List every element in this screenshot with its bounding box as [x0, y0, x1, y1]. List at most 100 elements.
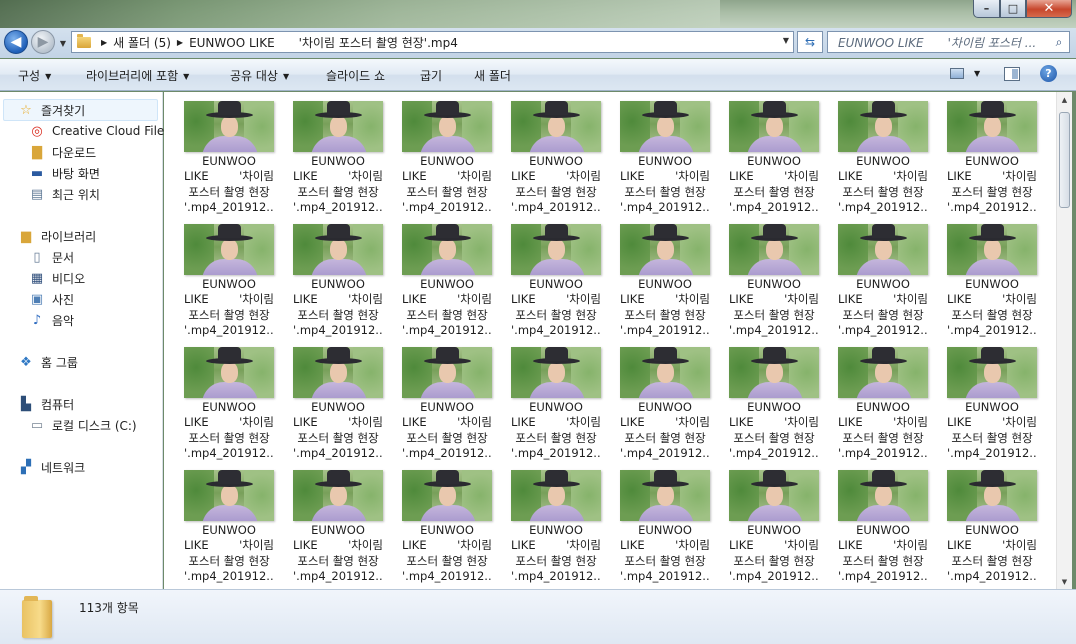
share-with-label: 공유 대상 — [230, 69, 278, 83]
video-thumbnail — [402, 347, 492, 398]
file-item[interactable]: EUNWOO LIKE '차이림 포스터 촬영 현장 '.mp4_201912... — [491, 92, 601, 214]
file-item[interactable]: EUNWOO LIKE '차이림 포스터 촬영 현장 '.mp4_201912... — [818, 338, 928, 460]
scroll-down-icon[interactable]: ▼ — [1057, 574, 1072, 589]
organize-menu[interactable]: 구성 ▼ — [18, 67, 51, 84]
file-item[interactable]: EUNWOO LIKE '차이림 포스터 촬영 현장 '.mp4_201912... — [927, 461, 1037, 583]
video-thumbnail — [511, 347, 601, 398]
chevron-down-icon: ▼ — [183, 72, 190, 81]
file-name: EUNWOO LIKE '차이림 포스터 촬영 현장 '.mp4_201912... — [947, 523, 1037, 583]
scrollbar-thumb[interactable] — [1059, 112, 1070, 208]
file-item[interactable]: EUNWOO LIKE '차이림 포스터 촬영 현장 '.mp4_201912... — [709, 338, 819, 460]
include-in-library-menu[interactable]: 라이브러리에 포함 ▼ — [86, 67, 189, 84]
file-item[interactable]: EUNWOO LIKE '차이림 포스터 촬영 현장 '.mp4_201912... — [818, 92, 928, 214]
nav-libraries[interactable]: ▆ 라이브러리 — [18, 228, 96, 245]
search-icon[interactable]: ⌕ — [1049, 35, 1069, 50]
file-item[interactable]: EUNWOO LIKE '차이림 포스터 촬영 현장 '.mp4_201912... — [491, 461, 601, 583]
file-item[interactable]: EUNWOO LIKE '차이림 포스터 촬영 현장 '.mp4_201912... — [709, 461, 819, 583]
forward-button[interactable]: ▶ — [31, 30, 55, 54]
nav-favorites[interactable]: ☆ 즐겨찾기 — [18, 102, 85, 119]
breadcrumb-current[interactable]: EUNWOO LIKE '차이림 포스터 촬영 현장'.mp4 — [189, 34, 458, 51]
file-name: EUNWOO LIKE '차이림 포스터 촬영 현장 '.mp4_201912... — [838, 523, 928, 583]
nav-local-disk[interactable]: ▭ 로컬 디스크 (C:) — [29, 417, 137, 434]
file-item[interactable]: EUNWOO LIKE '차이림 포스터 촬영 현장 '.mp4_201912... — [164, 461, 274, 583]
item-count: 113개 항목 — [79, 601, 139, 615]
file-item[interactable]: EUNWOO LIKE '차이림 포스터 촬영 현장 '.mp4_201912... — [382, 338, 492, 460]
nav-recent-places[interactable]: ▤ 최근 위치 — [29, 186, 100, 203]
maximize-button[interactable]: □ — [1000, 0, 1026, 18]
breadcrumb-parent[interactable]: 새 폴더 (5) — [113, 34, 171, 51]
file-item[interactable]: EUNWOO LIKE '차이림 포스터 촬영 현장 '.mp4_201912... — [164, 338, 274, 460]
file-item[interactable]: EUNWOO LIKE '차이림 포스터 촬영 현장 '.mp4_201912... — [382, 92, 492, 214]
file-item[interactable]: EUNWOO LIKE '차이림 포스터 촬영 현장 '.mp4_201912... — [927, 215, 1037, 337]
nav-documents-label: 문서 — [52, 251, 75, 265]
address-bar[interactable]: ▶ 새 폴더 (5) ▶ EUNWOO LIKE '차이림 포스터 촬영 현장'… — [71, 31, 794, 53]
include-in-library-label: 라이브러리에 포함 — [86, 69, 179, 83]
refresh-button[interactable]: ⇆ — [797, 31, 823, 53]
file-name: EUNWOO LIKE '차이림 포스터 촬영 현장 '.mp4_201912... — [402, 277, 492, 337]
nav-pictures[interactable]: ▣ 사진 — [29, 291, 74, 308]
file-item[interactable]: EUNWOO LIKE '차이림 포스터 촬영 현장 '.mp4_201912... — [709, 215, 819, 337]
file-item[interactable]: EUNWOO LIKE '차이림 포스터 촬영 현장 '.mp4_201912... — [600, 461, 710, 583]
file-item[interactable]: EUNWOO LIKE '차이림 포스터 촬영 현장 '.mp4_201912... — [709, 92, 819, 214]
video-thumbnail — [402, 101, 492, 152]
recent-pages-dropdown[interactable]: ▼ — [57, 36, 69, 50]
burn-button[interactable]: 굽기 — [420, 67, 442, 84]
file-item[interactable]: EUNWOO LIKE '차이림 포스터 촬영 현장 '.mp4_201912... — [600, 338, 710, 460]
nav-documents[interactable]: ▯ 문서 — [29, 249, 74, 266]
video-thumbnail — [620, 347, 710, 398]
breadcrumb-arrow-icon[interactable]: ▶ — [101, 38, 107, 47]
file-item[interactable]: EUNWOO LIKE '차이림 포스터 촬영 현장 '.mp4_201912... — [273, 215, 383, 337]
preview-pane-icon[interactable] — [1004, 67, 1020, 81]
file-item[interactable]: EUNWOO LIKE '차이림 포스터 촬영 현장 '.mp4_201912... — [600, 92, 710, 214]
nav-desktop-label: 바탕 화면 — [52, 167, 100, 181]
breadcrumb-arrow-icon[interactable]: ▶ — [177, 38, 183, 47]
computer-icon: ▙ — [21, 397, 31, 412]
minimize-button[interactable]: – — [973, 0, 1000, 18]
vertical-scrollbar[interactable]: ▲ ▼ — [1056, 92, 1072, 589]
video-thumbnail — [947, 470, 1037, 521]
close-button[interactable]: ✕ — [1026, 0, 1072, 18]
file-item[interactable]: EUNWOO LIKE '차이림 포스터 촬영 현장 '.mp4_201912... — [491, 215, 601, 337]
nav-local-disk-label: 로컬 디스크 (C:) — [52, 419, 137, 433]
change-view-icon[interactable] — [950, 68, 964, 79]
chevron-down-icon[interactable]: ▼ — [974, 69, 980, 78]
video-thumbnail — [184, 347, 274, 398]
search-input[interactable]: EUNWOO LIKE '차이림 포스터 ... ⌕ — [827, 31, 1070, 53]
nav-videos[interactable]: ▦ 비디오 — [29, 270, 85, 287]
file-item[interactable]: EUNWOO LIKE '차이림 포스터 촬영 현장 '.mp4_201912... — [164, 215, 274, 337]
file-item[interactable]: EUNWOO LIKE '차이림 포스터 촬영 현장 '.mp4_201912... — [273, 338, 383, 460]
file-name: EUNWOO LIKE '차이림 포스터 촬영 현장 '.mp4_201912... — [293, 277, 383, 337]
file-item[interactable]: EUNWOO LIKE '차이림 포스터 촬영 현장 '.mp4_201912... — [273, 461, 383, 583]
nav-music[interactable]: ♪ 음악 — [29, 312, 74, 329]
new-folder-button[interactable]: 새 폴더 — [474, 67, 511, 84]
file-item[interactable]: EUNWOO LIKE '차이림 포스터 촬영 현장 '.mp4_201912... — [491, 338, 601, 460]
slideshow-button[interactable]: 슬라이드 쇼 — [326, 67, 385, 84]
video-thumbnail — [620, 224, 710, 275]
nav-downloads[interactable]: ▇ 다운로드 — [29, 144, 96, 161]
file-item[interactable]: EUNWOO LIKE '차이림 포스터 촬영 현장 '.mp4_201912... — [273, 92, 383, 214]
file-item[interactable]: EUNWOO LIKE '차이림 포스터 촬영 현장 '.mp4_201912... — [927, 92, 1037, 214]
file-item[interactable]: EUNWOO LIKE '차이림 포스터 촬영 현장 '.mp4_201912... — [382, 215, 492, 337]
file-name: EUNWOO LIKE '차이림 포스터 촬영 현장 '.mp4_201912... — [620, 523, 710, 583]
nav-homegroup[interactable]: ❖ 홈 그룹 — [18, 354, 78, 371]
title-bar: – □ ✕ — [0, 0, 1076, 30]
file-item[interactable]: EUNWOO LIKE '차이림 포스터 촬영 현장 '.mp4_201912... — [600, 215, 710, 337]
help-icon[interactable]: ? — [1040, 65, 1057, 82]
pictures-icon: ▣ — [30, 292, 44, 307]
file-list: EUNWOO LIKE '차이림 포스터 촬영 현장 '.mp4_201912... E… — [164, 92, 1056, 589]
share-with-menu[interactable]: 공유 대상 ▼ — [230, 67, 289, 84]
scroll-up-icon[interactable]: ▲ — [1057, 92, 1072, 107]
file-item[interactable]: EUNWOO LIKE '차이림 포스터 촬영 현장 '.mp4_201912... — [164, 92, 274, 214]
nav-computer[interactable]: ▙ 컴퓨터 — [18, 396, 74, 413]
file-item[interactable]: EUNWOO LIKE '차이림 포스터 촬영 현장 '.mp4_201912... — [927, 338, 1037, 460]
file-item[interactable]: EUNWOO LIKE '차이림 포스터 촬영 현장 '.mp4_201912... — [382, 461, 492, 583]
address-dropdown-icon[interactable]: ▼ — [783, 36, 789, 45]
nav-creative-cloud[interactable]: ◎ Creative Cloud Files — [29, 123, 170, 139]
address-row: ◀ ▶ ▼ ▶ 새 폴더 (5) ▶ EUNWOO LIKE '차이림 포스터 … — [0, 28, 1076, 58]
nav-pictures-label: 사진 — [52, 293, 75, 307]
file-item[interactable]: EUNWOO LIKE '차이림 포스터 촬영 현장 '.mp4_201912... — [818, 461, 928, 583]
nav-network[interactable]: ▞ 네트워크 — [18, 459, 85, 476]
back-button[interactable]: ◀ — [4, 30, 28, 54]
nav-desktop[interactable]: ▬ 바탕 화면 — [29, 165, 100, 182]
file-item[interactable]: EUNWOO LIKE '차이림 포스터 촬영 현장 '.mp4_201912... — [818, 215, 928, 337]
